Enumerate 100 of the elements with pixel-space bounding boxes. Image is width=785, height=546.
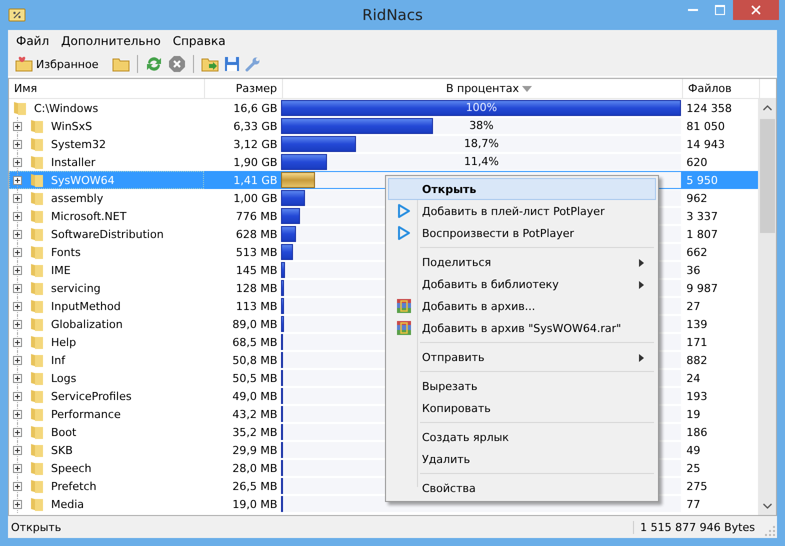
scroll-thumb[interactable]: [760, 119, 774, 233]
size-value: 113 MB: [234, 300, 278, 312]
folder-name[interactable]: IME: [51, 264, 71, 276]
folder-name[interactable]: Performance: [51, 408, 121, 420]
stop-icon[interactable]: [168, 55, 186, 73]
file-count: 77: [685, 498, 702, 510]
context-menu-item[interactable]: Отправить: [388, 346, 656, 368]
menu-item[interactable]: Дополнительно: [55, 34, 167, 48]
size-value: 628 MB: [234, 228, 278, 240]
file-count: 5 950: [685, 174, 719, 186]
percent-value: 100%: [464, 100, 498, 116]
expand-icon[interactable]: [13, 428, 22, 436]
expand-icon[interactable]: [13, 500, 22, 508]
expand-icon[interactable]: [13, 374, 22, 382]
scrollbar[interactable]: [758, 99, 776, 515]
folder-name[interactable]: Logs: [51, 372, 76, 384]
folder-icon: [30, 478, 44, 494]
expand-icon[interactable]: [13, 392, 22, 400]
save-icon[interactable]: [224, 56, 240, 72]
expand-icon[interactable]: [13, 230, 22, 238]
context-menu-item[interactable]: Поделиться: [388, 251, 656, 273]
folder-name[interactable]: SoftwareDistribution: [51, 228, 164, 240]
folder-name[interactable]: WinSxS: [51, 120, 92, 132]
folder-name[interactable]: Fonts: [51, 246, 81, 258]
context-menu-item[interactable]: Открыть: [388, 178, 656, 200]
folder-name[interactable]: C:\Windows: [34, 102, 98, 114]
size-value: 29,9 MB: [231, 444, 278, 456]
expand-icon[interactable]: [13, 284, 22, 292]
context-menu-item[interactable]: Свойства: [388, 477, 656, 499]
file-count: 25: [685, 462, 702, 474]
folder-icon: [30, 136, 44, 152]
folder-arrow-icon[interactable]: [201, 56, 220, 72]
file-count: 139: [685, 318, 708, 330]
menu-item[interactable]: Файл: [10, 34, 56, 48]
folder-icon: [30, 226, 44, 242]
expand-icon[interactable]: [13, 212, 22, 220]
folder-name[interactable]: servicing: [51, 282, 101, 294]
file-count: 171: [685, 336, 708, 348]
folder-name[interactable]: Boot: [51, 426, 76, 438]
expand-icon[interactable]: [13, 356, 22, 364]
expand-icon[interactable]: [13, 338, 22, 346]
folder-name[interactable]: Prefetch: [51, 480, 96, 492]
expand-icon[interactable]: [13, 158, 22, 166]
folder-icon: [30, 190, 44, 206]
folder-name[interactable]: Globalization: [51, 318, 123, 330]
context-menu-item[interactable]: Удалить: [388, 448, 656, 470]
size-value: 145 MB: [234, 264, 278, 276]
favorites-button[interactable]: Избранное: [12, 55, 102, 73]
expand-icon[interactable]: [13, 320, 22, 328]
column-header[interactable]: Файлов: [683, 79, 760, 98]
file-count: 662: [685, 246, 708, 258]
scroll-down-icon[interactable]: [762, 503, 772, 509]
folder-icon: [30, 280, 44, 296]
folder-icon: [30, 388, 44, 404]
folder-name[interactable]: Speech: [51, 462, 92, 474]
close-button[interactable]: [733, 0, 779, 20]
folder-name[interactable]: System32: [51, 138, 106, 150]
expand-icon[interactable]: [13, 464, 22, 472]
column-header[interactable]: Имя: [9, 79, 205, 98]
file-count: 14 943: [685, 138, 726, 150]
folder-name[interactable]: Media: [51, 498, 84, 510]
expand-icon[interactable]: [13, 194, 22, 202]
folder-icon: [30, 334, 44, 350]
expand-icon[interactable]: [13, 482, 22, 490]
folder-name[interactable]: ServiceProfiles: [51, 390, 132, 402]
column-header[interactable]: Размер: [205, 79, 283, 98]
expand-icon[interactable]: [13, 446, 22, 454]
folder-icon: [30, 406, 44, 422]
context-menu-item[interactable]: Добавить в плей-лист PotPlayer: [388, 200, 656, 222]
folder-name[interactable]: Help: [51, 336, 76, 348]
expand-icon[interactable]: [13, 248, 22, 256]
scroll-up-icon[interactable]: [762, 105, 772, 111]
context-menu-item[interactable]: Воспроизвести в PotPlayer: [388, 222, 656, 244]
size-value: 128 MB: [234, 282, 278, 294]
expand-icon[interactable]: [13, 140, 22, 148]
maximize-icon: [714, 5, 724, 15]
context-menu-item[interactable]: Копировать: [388, 397, 656, 419]
context-menu-item[interactable]: Добавить в архив...: [388, 295, 656, 317]
file-count: 9 987: [685, 282, 719, 294]
folder-name[interactable]: assembly: [51, 192, 104, 204]
refresh-icon[interactable]: [145, 55, 164, 73]
expand-icon[interactable]: [13, 266, 22, 274]
context-menu-item[interactable]: Добавить в архив "SysWOW64.rar": [388, 317, 656, 339]
folder-name[interactable]: SKB: [51, 444, 73, 456]
context-menu-item[interactable]: Создать ярлык: [388, 426, 656, 448]
folder-name[interactable]: Microsoft.NET: [51, 210, 126, 222]
submenu-arrow-icon: [639, 281, 644, 289]
expand-icon[interactable]: [13, 410, 22, 418]
expand-icon[interactable]: [13, 302, 22, 310]
file-count: 193: [685, 390, 708, 402]
folder-name[interactable]: InputMethod: [51, 300, 121, 312]
context-menu-item[interactable]: Добавить в библиотеку: [388, 273, 656, 295]
expand-icon[interactable]: [13, 122, 22, 130]
folder-name[interactable]: Inf: [51, 354, 66, 366]
file-count: 186: [685, 426, 708, 438]
resize-grip-icon[interactable]: [765, 526, 775, 536]
expand-icon[interactable]: [13, 176, 22, 184]
folder-name[interactable]: Installer: [51, 156, 96, 168]
menu-item[interactable]: Справка: [166, 34, 232, 48]
context-menu-item[interactable]: Вырезать: [388, 375, 656, 397]
